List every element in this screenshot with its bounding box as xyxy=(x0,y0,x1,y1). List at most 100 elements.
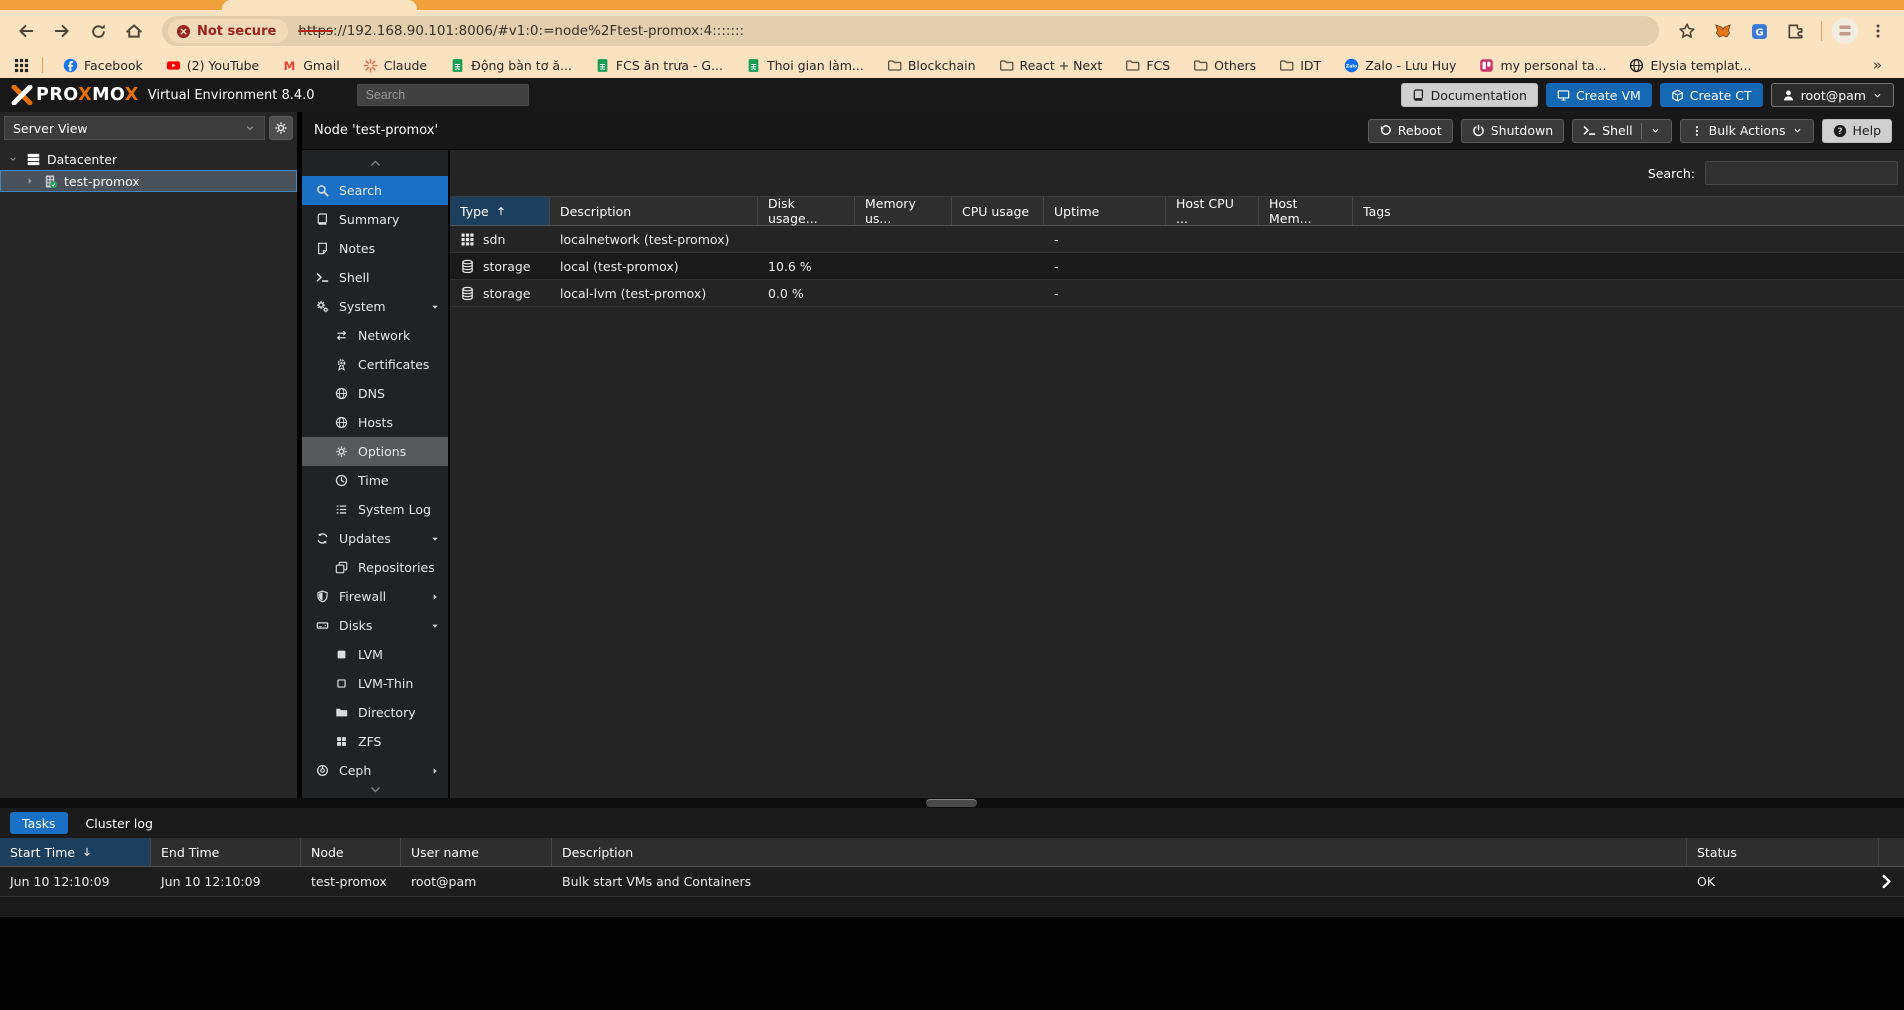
view-selector[interactable]: Server View xyxy=(4,116,265,140)
nav-item-time[interactable]: Time xyxy=(302,466,448,495)
bookmark-ng-b-n-t[interactable]: Động bàn tơ ă... xyxy=(443,56,579,75)
nav-item-system-log[interactable]: System Log xyxy=(302,495,448,524)
user-menu-button[interactable]: root@pam xyxy=(1771,83,1894,107)
nav-item-options[interactable]: Options xyxy=(302,437,448,466)
tree-node-test-promox[interactable]: test-promox xyxy=(0,170,297,192)
nav-scroll-down-chevron[interactable] xyxy=(302,780,448,798)
grid-column-host-cpu[interactable]: Host CPU ... xyxy=(1166,197,1259,225)
bookmark-facebook[interactable]: Facebook xyxy=(56,56,150,75)
create-vm-button[interactable]: Create VM xyxy=(1546,83,1652,107)
documentation-button[interactable]: Documentation xyxy=(1401,83,1538,107)
reboot-button[interactable]: Reboot xyxy=(1368,119,1453,143)
tab-cluster-log[interactable]: Cluster log xyxy=(74,812,165,834)
nav-item-notes[interactable]: Notes xyxy=(302,234,448,263)
grid-column-memory-us[interactable]: Memory us... xyxy=(855,197,952,225)
apps-grid-icon[interactable] xyxy=(14,58,29,73)
create-ct-button[interactable]: Create CT xyxy=(1660,83,1763,107)
bookmark-my-personal-ta[interactable]: my personal ta... xyxy=(1472,56,1613,75)
grid-row-local-test-promox[interactable]: storagelocal (test-promox)10.6 %- xyxy=(450,253,1904,280)
grid-cell: 10.6 % xyxy=(758,253,855,279)
shell-button[interactable]: Shell xyxy=(1572,119,1672,143)
tasks-column-end-time[interactable]: End Time xyxy=(151,838,301,866)
tasks-column-node[interactable]: Node xyxy=(301,838,401,866)
bookmark-star-button[interactable] xyxy=(1671,15,1703,47)
nav-item-system[interactable]: System xyxy=(302,292,448,321)
bookmark-fcs[interactable]: FCS xyxy=(1118,56,1177,75)
metamask-extension-icon[interactable] xyxy=(1707,15,1739,47)
content-search-input[interactable] xyxy=(1705,161,1898,185)
chevron-right-icon[interactable] xyxy=(23,176,37,186)
profile-avatar[interactable] xyxy=(1832,18,1858,44)
grid-column-host-mem[interactable]: Host Mem... xyxy=(1259,197,1353,225)
nav-item-certificates[interactable]: Certificates xyxy=(302,350,448,379)
nav-item-dns[interactable]: DNS xyxy=(302,379,448,408)
not-secure-chip[interactable]: Not secure xyxy=(168,19,288,43)
grid-column-cpu-usage[interactable]: CPU usage xyxy=(952,197,1044,225)
nav-item-label: Disks xyxy=(339,618,372,633)
chevron-down-icon[interactable] xyxy=(6,154,20,164)
nav-item-firewall[interactable]: Firewall xyxy=(302,582,448,611)
browser-menu-button[interactable] xyxy=(1862,15,1894,47)
nav-item-disks[interactable]: Disks xyxy=(302,611,448,640)
global-search-input[interactable] xyxy=(357,84,529,106)
chevron-right-icon[interactable] xyxy=(1879,874,1894,889)
reload-button[interactable] xyxy=(82,15,114,47)
nav-item-hosts[interactable]: Hosts xyxy=(302,408,448,437)
grid-column-type[interactable]: Type xyxy=(450,197,550,225)
grid-row-localnetwork-test-promox[interactable]: sdnlocalnetwork (test-promox)- xyxy=(450,226,1904,253)
grid-column-uptime[interactable]: Uptime xyxy=(1044,197,1166,225)
bookmark-idt[interactable]: IDT xyxy=(1272,56,1328,75)
caret-down-icon[interactable] xyxy=(430,302,440,312)
bookmark-others[interactable]: Others xyxy=(1186,56,1263,75)
bookmark-gmail[interactable]: MGmail xyxy=(275,56,346,75)
translate-extension-icon[interactable]: G xyxy=(1743,15,1775,47)
nav-item-network[interactable]: Network xyxy=(302,321,448,350)
nav-item-lvm-thin[interactable]: LVM-Thin xyxy=(302,669,448,698)
tasks-column-description[interactable]: Description xyxy=(552,838,1687,866)
tasks-column-start-time[interactable]: Start Time xyxy=(0,838,151,866)
task-detail-chevron[interactable] xyxy=(1879,867,1904,896)
nav-item-updates[interactable]: Updates xyxy=(302,524,448,553)
nav-item-directory[interactable]: Directory xyxy=(302,698,448,727)
nav-scroll-up-chevron[interactable] xyxy=(302,150,448,176)
grid-column-tags[interactable]: Tags xyxy=(1353,197,1904,225)
extensions-puzzle-icon[interactable] xyxy=(1779,15,1811,47)
nav-item-zfs[interactable]: ZFS xyxy=(302,727,448,756)
back-button[interactable] xyxy=(10,15,42,47)
tree-settings-button[interactable] xyxy=(269,116,293,140)
tasks-column-status[interactable]: Status xyxy=(1687,838,1879,866)
caret-right-icon[interactable] xyxy=(430,592,440,602)
caret-down-icon[interactable] xyxy=(430,621,440,631)
bookmark-claude[interactable]: Claude xyxy=(356,56,434,75)
bookmark-react-next[interactable]: React + Next xyxy=(992,56,1110,75)
home-button[interactable] xyxy=(118,15,150,47)
forward-button[interactable] xyxy=(46,15,78,47)
grid-row-local-lvm-test-promox[interactable]: storagelocal-lvm (test-promox)0.0 %- xyxy=(450,280,1904,307)
bulk-actions-button[interactable]: Bulk Actions xyxy=(1680,119,1814,143)
tree-node-datacenter[interactable]: Datacenter xyxy=(0,148,297,170)
browser-active-tab[interactable] xyxy=(222,0,417,10)
nav-item-summary[interactable]: Summary xyxy=(302,205,448,234)
caret-right-icon[interactable] xyxy=(430,766,440,776)
tab-tasks[interactable]: Tasks xyxy=(10,812,68,834)
bookmarks-overflow-chevron[interactable]: » xyxy=(1865,56,1890,74)
tasks-column-user-name[interactable]: User name xyxy=(401,838,552,866)
grid-column-description[interactable]: Description xyxy=(550,197,758,225)
url-bar[interactable]: Not secure https://192.168.90.101:8006/#… xyxy=(162,16,1659,46)
caret-down-icon[interactable] xyxy=(430,534,440,544)
nav-item-repositories[interactable]: Repositories xyxy=(302,553,448,582)
bookmark-zalo-l-u-huy[interactable]: ZaloZalo - Lưu Huy xyxy=(1337,56,1463,75)
nav-item-lvm[interactable]: LVM xyxy=(302,640,448,669)
grid-column-disk-usage[interactable]: Disk usage... xyxy=(758,197,855,225)
task-row[interactable]: Jun 10 12:10:09Jun 10 12:10:09test-promo… xyxy=(0,867,1904,897)
help-button[interactable]: ?Help xyxy=(1822,119,1893,143)
horizontal-scrollbar-thumb[interactable] xyxy=(926,799,977,807)
bookmark-elysia-templat[interactable]: Elysia templat... xyxy=(1622,56,1758,75)
nav-item-search[interactable]: Search xyxy=(302,176,448,205)
bookmark-blockchain[interactable]: Blockchain xyxy=(880,56,983,75)
bookmark-thoi-gian-l-m[interactable]: Thoi gian làm... xyxy=(739,56,871,75)
nav-item-shell[interactable]: Shell xyxy=(302,263,448,292)
bookmark-fcs-n-tr-a-g[interactable]: FCS ăn trưa - G... xyxy=(588,56,730,75)
shutdown-button[interactable]: Shutdown xyxy=(1461,119,1564,143)
bookmark-2-youtube[interactable]: (2) YouTube xyxy=(159,56,267,75)
